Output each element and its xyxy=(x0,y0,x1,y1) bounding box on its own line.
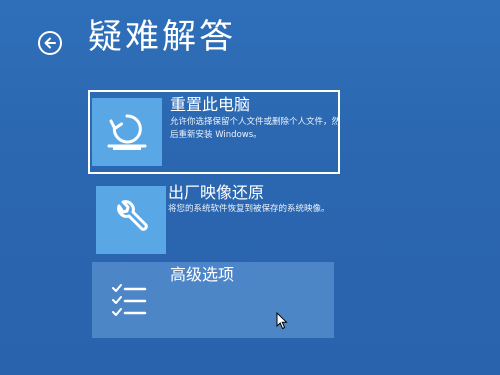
mouse-pointer-icon xyxy=(276,312,288,330)
back-arrow-icon xyxy=(44,37,56,49)
troubleshoot-screen: 疑难解答 重置此电脑 允许你选择保留个人文件或删除个人文件，然后重新安装 Win… xyxy=(0,0,500,375)
advanced-options-title: 高级选项 xyxy=(170,265,235,284)
reset-pc-icon xyxy=(107,114,147,150)
wrench-icon xyxy=(117,200,148,231)
page-title: 疑难解答 xyxy=(88,17,236,57)
reset-pc-description: 允许你选择保留个人文件或删除个人文件，然后重新安装 Windows。 xyxy=(170,117,341,140)
back-button[interactable] xyxy=(38,31,62,55)
factory-image-restore-title: 出厂映像还原 xyxy=(168,183,265,202)
reset-pc-option[interactable]: 重置此电脑 允许你选择保留个人文件或删除个人文件，然后重新安装 Windows。 xyxy=(88,90,340,174)
advanced-options-tile xyxy=(94,266,164,334)
advanced-options-option[interactable]: 高级选项 xyxy=(92,262,334,338)
factory-image-restore-option[interactable]: 出厂映像还原 将您的系统软件恢复到被保存的系统映像。 xyxy=(88,182,340,258)
factory-image-restore-description: 将您的系统软件恢复到被保存的系统映像。 xyxy=(168,204,330,214)
checklist-icon xyxy=(112,284,147,316)
reset-pc-title: 重置此电脑 xyxy=(170,95,251,114)
reset-pc-tile xyxy=(92,98,162,166)
factory-image-restore-tile xyxy=(96,186,166,254)
